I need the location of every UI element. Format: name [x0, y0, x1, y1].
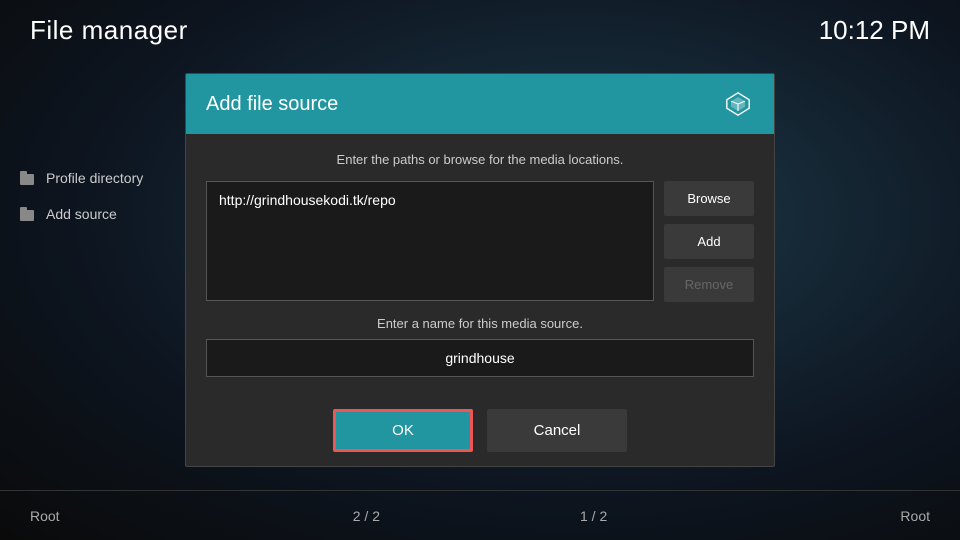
source-row: http://grindhousekodi.tk/repo Browse Add… [206, 181, 754, 302]
kodi-logo-icon [722, 88, 754, 120]
browse-button[interactable]: Browse [664, 181, 754, 216]
dialog-footer: OK Cancel [186, 395, 774, 466]
source-url-text: http://grindhousekodi.tk/repo [219, 192, 396, 208]
dialog-subtitle: Enter the paths or browse for the media … [206, 152, 754, 167]
source-url-display[interactable]: http://grindhousekodi.tk/repo [206, 181, 654, 301]
dialog-body: Enter the paths or browse for the media … [186, 134, 774, 395]
cancel-button[interactable]: Cancel [487, 409, 627, 452]
add-button[interactable]: Add [664, 224, 754, 259]
add-file-source-dialog: Add file source Enter the paths or brows… [185, 73, 775, 467]
source-action-buttons: Browse Add Remove [664, 181, 754, 302]
dialog-title: Add file source [206, 93, 338, 116]
remove-button[interactable]: Remove [664, 267, 754, 302]
dialog-overlay: Add file source Enter the paths or brows… [0, 0, 960, 540]
ok-button[interactable]: OK [333, 409, 473, 452]
dialog-header: Add file source [186, 74, 774, 134]
name-label: Enter a name for this media source. [206, 316, 754, 331]
media-source-name-input[interactable] [206, 339, 754, 377]
